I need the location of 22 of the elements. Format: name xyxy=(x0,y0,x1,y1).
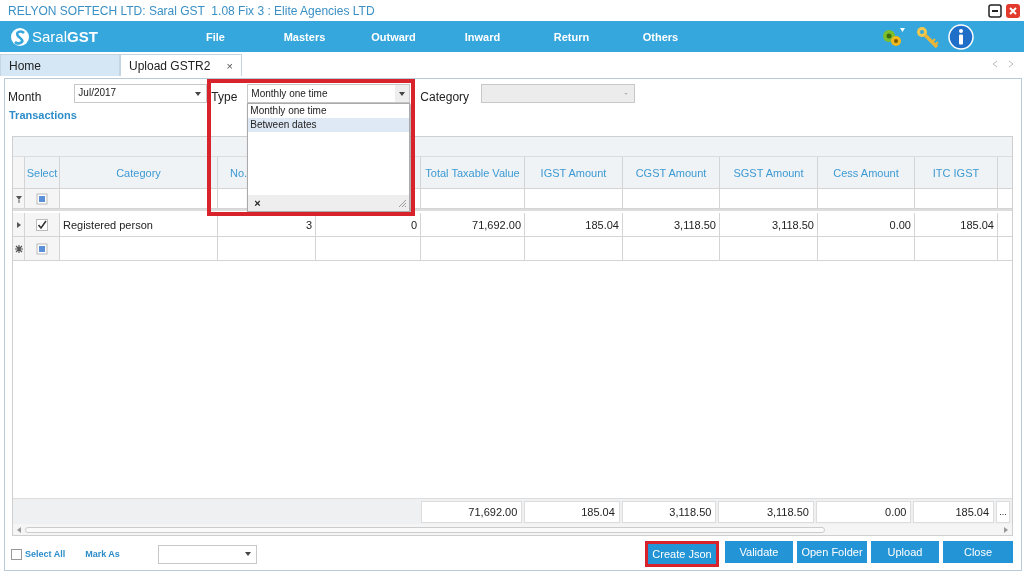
table-cell: 185.04 xyxy=(915,213,998,237)
table-cell: 0.00 xyxy=(818,213,915,237)
table-cell: 3 xyxy=(218,213,316,237)
total-cell: 3,118.50 xyxy=(718,500,814,523)
field-label: Type xyxy=(211,89,239,104)
field-label: Category xyxy=(420,89,470,104)
table-cell: 3,118.50 xyxy=(720,213,818,237)
field-label: Month xyxy=(8,89,42,104)
window-title: RELYON SOFTECH LTD: Saral GST 1.08 Fix 3 : Elite Agencies LTD xyxy=(8,3,375,18)
table-cell: Registered person xyxy=(60,213,218,237)
table-cell: 3,118.50 xyxy=(623,213,720,237)
table-cell: 185.04 xyxy=(525,213,623,237)
total-cell: 0.00 xyxy=(815,500,912,523)
field-label: Mark As xyxy=(85,549,120,559)
total-cell: 71,692.00 xyxy=(420,500,523,523)
total-cell: 185.04 xyxy=(524,500,620,523)
total-cell: 3,118.50 xyxy=(621,500,717,523)
logo-text: SaralGST xyxy=(32,28,98,45)
total-cell: 185.04 xyxy=(913,500,995,523)
section-title: Transactions xyxy=(9,109,77,123)
table-cell: 0 xyxy=(316,213,421,237)
table-cell: 71,692.00 xyxy=(421,213,525,237)
